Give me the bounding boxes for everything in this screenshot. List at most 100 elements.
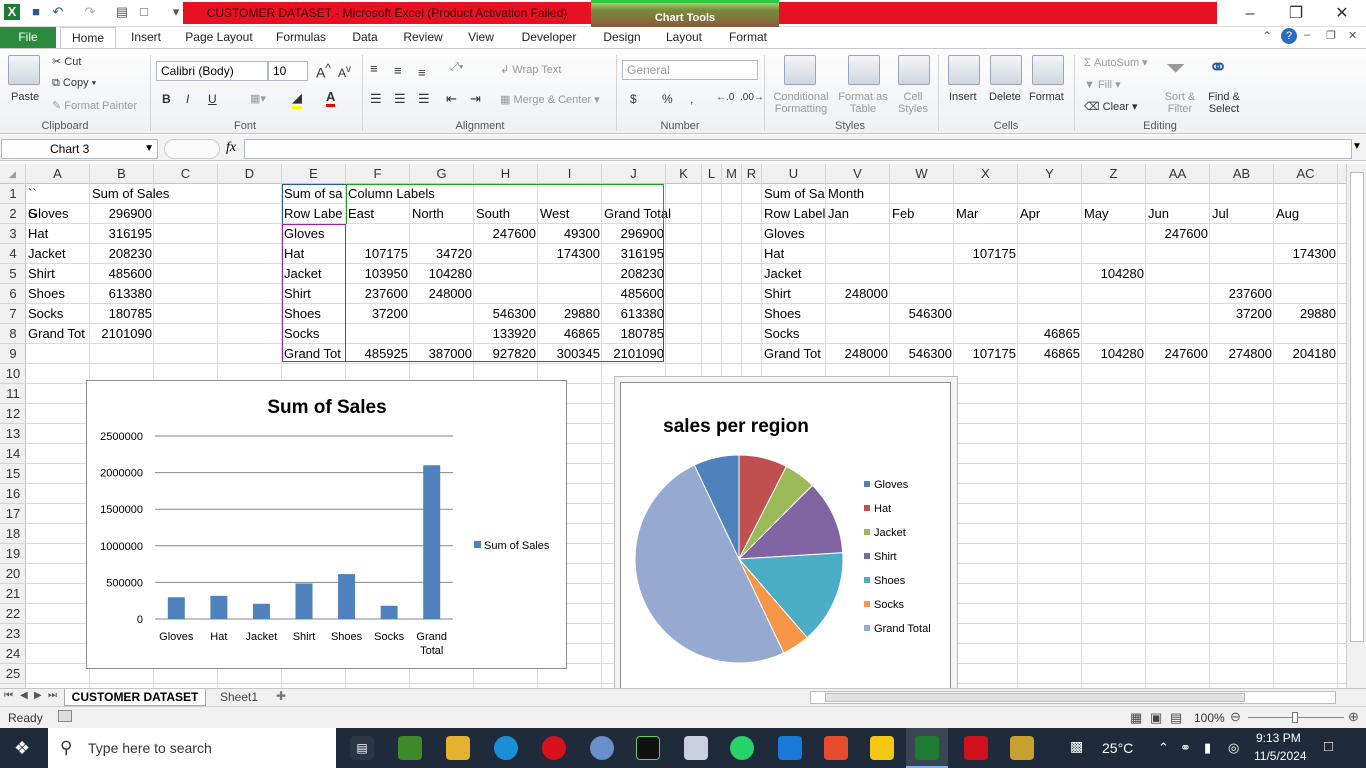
cell[interactable]: 296900 xyxy=(602,224,666,244)
column-header[interactable]: K xyxy=(666,164,702,184)
workbook-close-icon[interactable]: ✕ xyxy=(1348,29,1357,42)
clear-button[interactable]: ⌫ Clear ▾ xyxy=(1084,100,1138,113)
autosum-button[interactable]: Σ AutoSum ▾ xyxy=(1084,56,1148,69)
cell[interactable]: North xyxy=(410,204,474,224)
format-as-table-button[interactable]: Format as Table xyxy=(836,91,890,115)
cell[interactable]: Gloves xyxy=(282,224,346,244)
cell[interactable]: `` xyxy=(26,184,90,204)
column-header[interactable]: M xyxy=(722,164,742,184)
row-header[interactable]: 16 xyxy=(0,484,26,504)
cell[interactable]: 107175 xyxy=(954,344,1018,364)
cell-styles-button[interactable]: Cell Styles xyxy=(892,91,934,115)
currency-button[interactable]: $ xyxy=(630,92,637,106)
cell[interactable]: Jun xyxy=(1146,204,1210,224)
save-icon[interactable]: ■ xyxy=(28,4,44,20)
zoom-out-icon[interactable]: ⊖ xyxy=(1230,709,1241,725)
cell[interactable]: 180785 xyxy=(602,324,666,344)
paste-icon[interactable] xyxy=(8,55,40,85)
font-name-combo[interactable]: Calibri (Body) xyxy=(156,61,268,81)
weather-icon[interactable]: ▩ xyxy=(1070,738,1083,755)
page-break-view-icon[interactable]: ▤ xyxy=(1170,710,1182,726)
cell[interactable]: Sum of Sales xyxy=(90,184,180,204)
tab-file[interactable]: File xyxy=(0,27,56,48)
tab-formulas[interactable]: Formulas xyxy=(268,27,334,48)
column-header[interactable]: A xyxy=(26,164,90,184)
cell[interactable]: 248000 xyxy=(410,284,474,304)
cell[interactable]: 485600 xyxy=(90,264,154,284)
file-explorer-icon[interactable] xyxy=(446,736,470,760)
column-header[interactable]: X xyxy=(954,164,1018,184)
sheet-nav-next-icon[interactable]: ▶ xyxy=(34,690,42,701)
opera-browser-icon[interactable] xyxy=(542,736,566,760)
align-center-icon[interactable]: ☰ xyxy=(394,91,406,107)
column-header[interactable]: V xyxy=(826,164,890,184)
pie-chart[interactable]: sales per region Gloves Hat Jacket Shirt Shoe… xyxy=(620,382,951,690)
weather-temperature[interactable]: 25°C xyxy=(1102,740,1133,756)
clock-date[interactable]: 11/5/2024 xyxy=(1254,749,1307,763)
cell[interactable]: Gloves xyxy=(762,224,826,244)
cell[interactable]: 204180 xyxy=(1274,344,1338,364)
cell[interactable]: Column Labels xyxy=(346,184,474,204)
cell[interactable]: 296900 xyxy=(90,204,154,224)
cell[interactable]: Socks xyxy=(282,324,346,344)
cell[interactable]: Sum of sa xyxy=(282,184,346,204)
column-header[interactable]: D xyxy=(218,164,282,184)
vertical-scroll-thumb[interactable] xyxy=(1350,172,1364,642)
r-app-icon[interactable] xyxy=(590,736,614,760)
taskbar-search-box[interactable]: ⚲ Type here to search xyxy=(48,728,336,768)
cell[interactable]: 104280 xyxy=(1082,344,1146,364)
tab-page-layout[interactable]: Page Layout xyxy=(180,27,258,48)
cell[interactable]: Jacket xyxy=(282,264,346,284)
row-header[interactable]: 22 xyxy=(0,604,26,624)
cell[interactable]: Hat xyxy=(762,244,826,264)
cell[interactable]: S xyxy=(26,204,90,224)
cell[interactable]: Shoes xyxy=(26,284,90,304)
mail-icon[interactable] xyxy=(778,736,802,760)
task-view-icon[interactable]: ▤ xyxy=(350,736,374,760)
cell[interactable]: 613380 xyxy=(602,304,666,324)
row-header[interactable]: 17 xyxy=(0,504,26,524)
cell[interactable]: Sum of Sa xyxy=(762,184,826,204)
formula-input[interactable] xyxy=(244,139,1352,159)
shrink-font-icon[interactable]: Av xyxy=(338,64,351,80)
zoom-level[interactable]: 100% xyxy=(1194,711,1225,725)
column-header[interactable]: E xyxy=(282,164,346,184)
expand-formula-bar-icon[interactable]: ▼ xyxy=(1352,141,1362,152)
cell[interactable]: 247600 xyxy=(1146,344,1210,364)
tab-developer[interactable]: Developer xyxy=(514,27,584,48)
column-header[interactable]: AB xyxy=(1210,164,1274,184)
bold-button[interactable]: B xyxy=(162,92,171,106)
insert-cells-button[interactable]: Insert xyxy=(949,91,977,103)
cell[interactable]: Hat xyxy=(282,244,346,264)
cell[interactable]: Shirt xyxy=(26,264,90,284)
normal-view-icon[interactable]: ▦ xyxy=(1130,710,1142,726)
row-header[interactable]: 12 xyxy=(0,404,26,424)
column-header[interactable]: L xyxy=(702,164,722,184)
cell[interactable]: 387000 xyxy=(410,344,474,364)
cell[interactable]: Mar xyxy=(954,204,1018,224)
increase-indent-icon[interactable]: ⇥ xyxy=(470,91,481,107)
select-all-button[interactable]: ◢ xyxy=(0,164,26,184)
cell[interactable]: Shoes xyxy=(282,304,346,324)
column-header[interactable]: W xyxy=(890,164,954,184)
cell[interactable]: 174300 xyxy=(538,244,602,264)
column-header[interactable]: J xyxy=(602,164,666,184)
cell[interactable]: 107175 xyxy=(346,244,410,264)
cell[interactable]: 208230 xyxy=(90,244,154,264)
cell[interactable]: 927820 xyxy=(474,344,538,364)
html-app-icon[interactable] xyxy=(824,736,848,760)
cell[interactable]: Socks xyxy=(26,304,90,324)
tools-app-icon[interactable] xyxy=(1010,736,1034,760)
row-header[interactable]: 9 xyxy=(0,344,26,364)
document-app-icon[interactable] xyxy=(684,736,708,760)
whatsapp-icon[interactable] xyxy=(730,736,754,760)
column-header[interactable]: AC xyxy=(1274,164,1338,184)
sort-filter-icon[interactable]: ⏷ xyxy=(1166,55,1185,83)
cell[interactable]: 180785 xyxy=(90,304,154,324)
cell[interactable]: 247600 xyxy=(1146,224,1210,244)
copy-button[interactable]: ⧉ Copy ▾ xyxy=(52,77,96,90)
fill-button[interactable]: ▼ Fill ▾ xyxy=(1084,78,1121,91)
cell[interactable]: Month xyxy=(826,184,890,204)
align-top-icon[interactable]: ≡ xyxy=(370,61,378,76)
cell[interactable]: 237600 xyxy=(1210,284,1274,304)
